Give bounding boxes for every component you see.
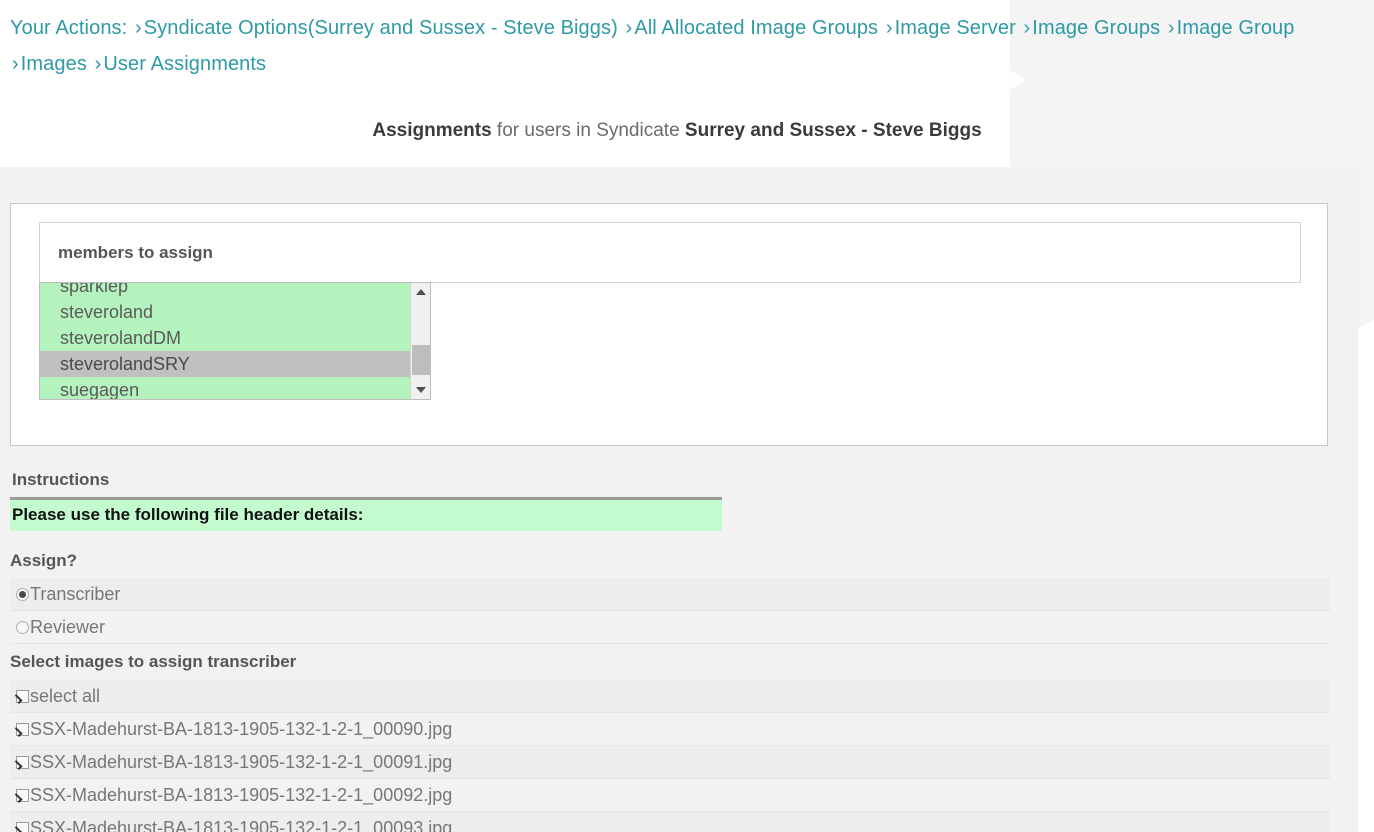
checkbox-select-all[interactable]: [16, 689, 29, 703]
members-scrollbar[interactable]: [410, 283, 430, 399]
image-row-label: SSX-Madehurst-BA-1813-1905-132-1-2-1_000…: [30, 785, 453, 805]
breadcrumb-separator: ›: [1167, 17, 1175, 39]
assign-role-row-reviewer[interactable]: Reviewer: [10, 611, 1330, 644]
radio-reviewer[interactable]: [16, 620, 29, 634]
members-option[interactable]: suegagen: [40, 377, 412, 399]
instructions-heading: Instructions: [12, 470, 110, 489]
breadcrumb-separator: ›: [134, 17, 142, 39]
content-area: members to assign sparklep steveroland s…: [0, 167, 1358, 832]
assign-role-options: Transcriber Reviewer: [10, 578, 1330, 644]
image-row[interactable]: SSX-Madehurst-BA-1813-1905-132-1-2-1_000…: [10, 746, 1330, 779]
images-checkbox-list: select all SSX-Madehurst-BA-1813-1905-13…: [10, 680, 1330, 832]
members-option-selected[interactable]: steverolandSRY: [40, 351, 412, 377]
checkbox-image[interactable]: [16, 722, 29, 736]
image-row-label: SSX-Madehurst-BA-1813-1905-132-1-2-1_000…: [30, 719, 453, 739]
members-header-box: members to assign: [39, 222, 1301, 283]
assign-role-label: Reviewer: [30, 617, 106, 637]
page-root: Your Actions: › Syndicate Options(Surrey …: [0, 0, 1374, 832]
page-title-strong-prefix: Assignments: [372, 120, 492, 141]
page-title-middle: for users in Syndicate: [491, 120, 685, 141]
breadcrumb-item-all-allocated-image-groups[interactable]: All Allocated Image Groups: [634, 17, 878, 39]
members-option[interactable]: steveroland: [40, 299, 412, 325]
checkbox-image[interactable]: [16, 755, 29, 769]
breadcrumb-separator: ›: [12, 53, 19, 75]
breadcrumb-item-syndicate-options[interactable]: Syndicate Options(Surrey and Sussex - St…: [144, 17, 618, 39]
members-select-listbox[interactable]: sparklep steveroland steverolandDM steve…: [39, 282, 431, 400]
breadcrumb-item-image-group[interactable]: Image Group: [1177, 17, 1295, 39]
assign-role-row-transcriber[interactable]: Transcriber: [10, 578, 1330, 611]
image-row[interactable]: SSX-Madehurst-BA-1813-1905-132-1-2-1_000…: [10, 713, 1330, 746]
select-images-heading: Select images to assign transcriber: [10, 652, 297, 671]
assign-question-heading: Assign?: [10, 551, 78, 570]
scroll-up-arrow-icon[interactable]: [411, 283, 430, 301]
scroll-down-arrow-icon[interactable]: [411, 381, 430, 399]
breadcrumb-separator: ›: [885, 17, 893, 39]
instructions-text: Please use the following file header det…: [12, 505, 364, 524]
members-option[interactable]: steverolandDM: [40, 325, 412, 351]
image-row[interactable]: SSX-Madehurst-BA-1813-1905-132-1-2-1_000…: [10, 779, 1330, 812]
members-to-assign-label: members to assign: [58, 243, 213, 262]
image-row-select-all[interactable]: select all: [10, 680, 1330, 713]
members-option[interactable]: sparklep: [40, 283, 412, 299]
checkbox-image[interactable]: [16, 788, 29, 802]
breadcrumb-separator: ›: [625, 17, 633, 39]
checkbox-image[interactable]: [16, 821, 29, 832]
breadcrumb-item-user-assignments[interactable]: User Assignments: [103, 53, 266, 75]
breadcrumb-lead: Your Actions:: [10, 17, 128, 39]
instructions-textarea[interactable]: Please use the following file header det…: [10, 497, 722, 531]
assign-role-label: Transcriber: [30, 584, 121, 604]
scrollbar-thumb[interactable]: [412, 345, 430, 375]
breadcrumb: Your Actions: › Syndicate Options(Surrey …: [0, 0, 1374, 82]
breadcrumb-item-image-groups[interactable]: Image Groups: [1032, 17, 1160, 39]
image-row-label: SSX-Madehurst-BA-1813-1905-132-1-2-1_000…: [30, 818, 453, 832]
image-row-label: select all: [30, 686, 101, 706]
assign-members-panel: members to assign sparklep steveroland s…: [10, 203, 1328, 446]
radio-transcriber[interactable]: [16, 587, 29, 601]
image-row[interactable]: SSX-Madehurst-BA-1813-1905-132-1-2-1_000…: [10, 812, 1330, 832]
image-row-label: SSX-Madehurst-BA-1813-1905-132-1-2-1_000…: [30, 752, 453, 772]
breadcrumb-separator: ›: [1023, 17, 1031, 39]
breadcrumb-item-image-server[interactable]: Image Server: [895, 17, 1016, 39]
members-option-list: sparklep steveroland steverolandDM steve…: [40, 283, 412, 399]
page-title: Assignments for users in Syndicate Surre…: [0, 120, 1374, 142]
breadcrumb-separator: ›: [94, 53, 102, 75]
page-title-strong-suffix: Surrey and Sussex - Steve Biggs: [684, 120, 982, 141]
breadcrumb-item-images[interactable]: Images: [21, 53, 87, 75]
